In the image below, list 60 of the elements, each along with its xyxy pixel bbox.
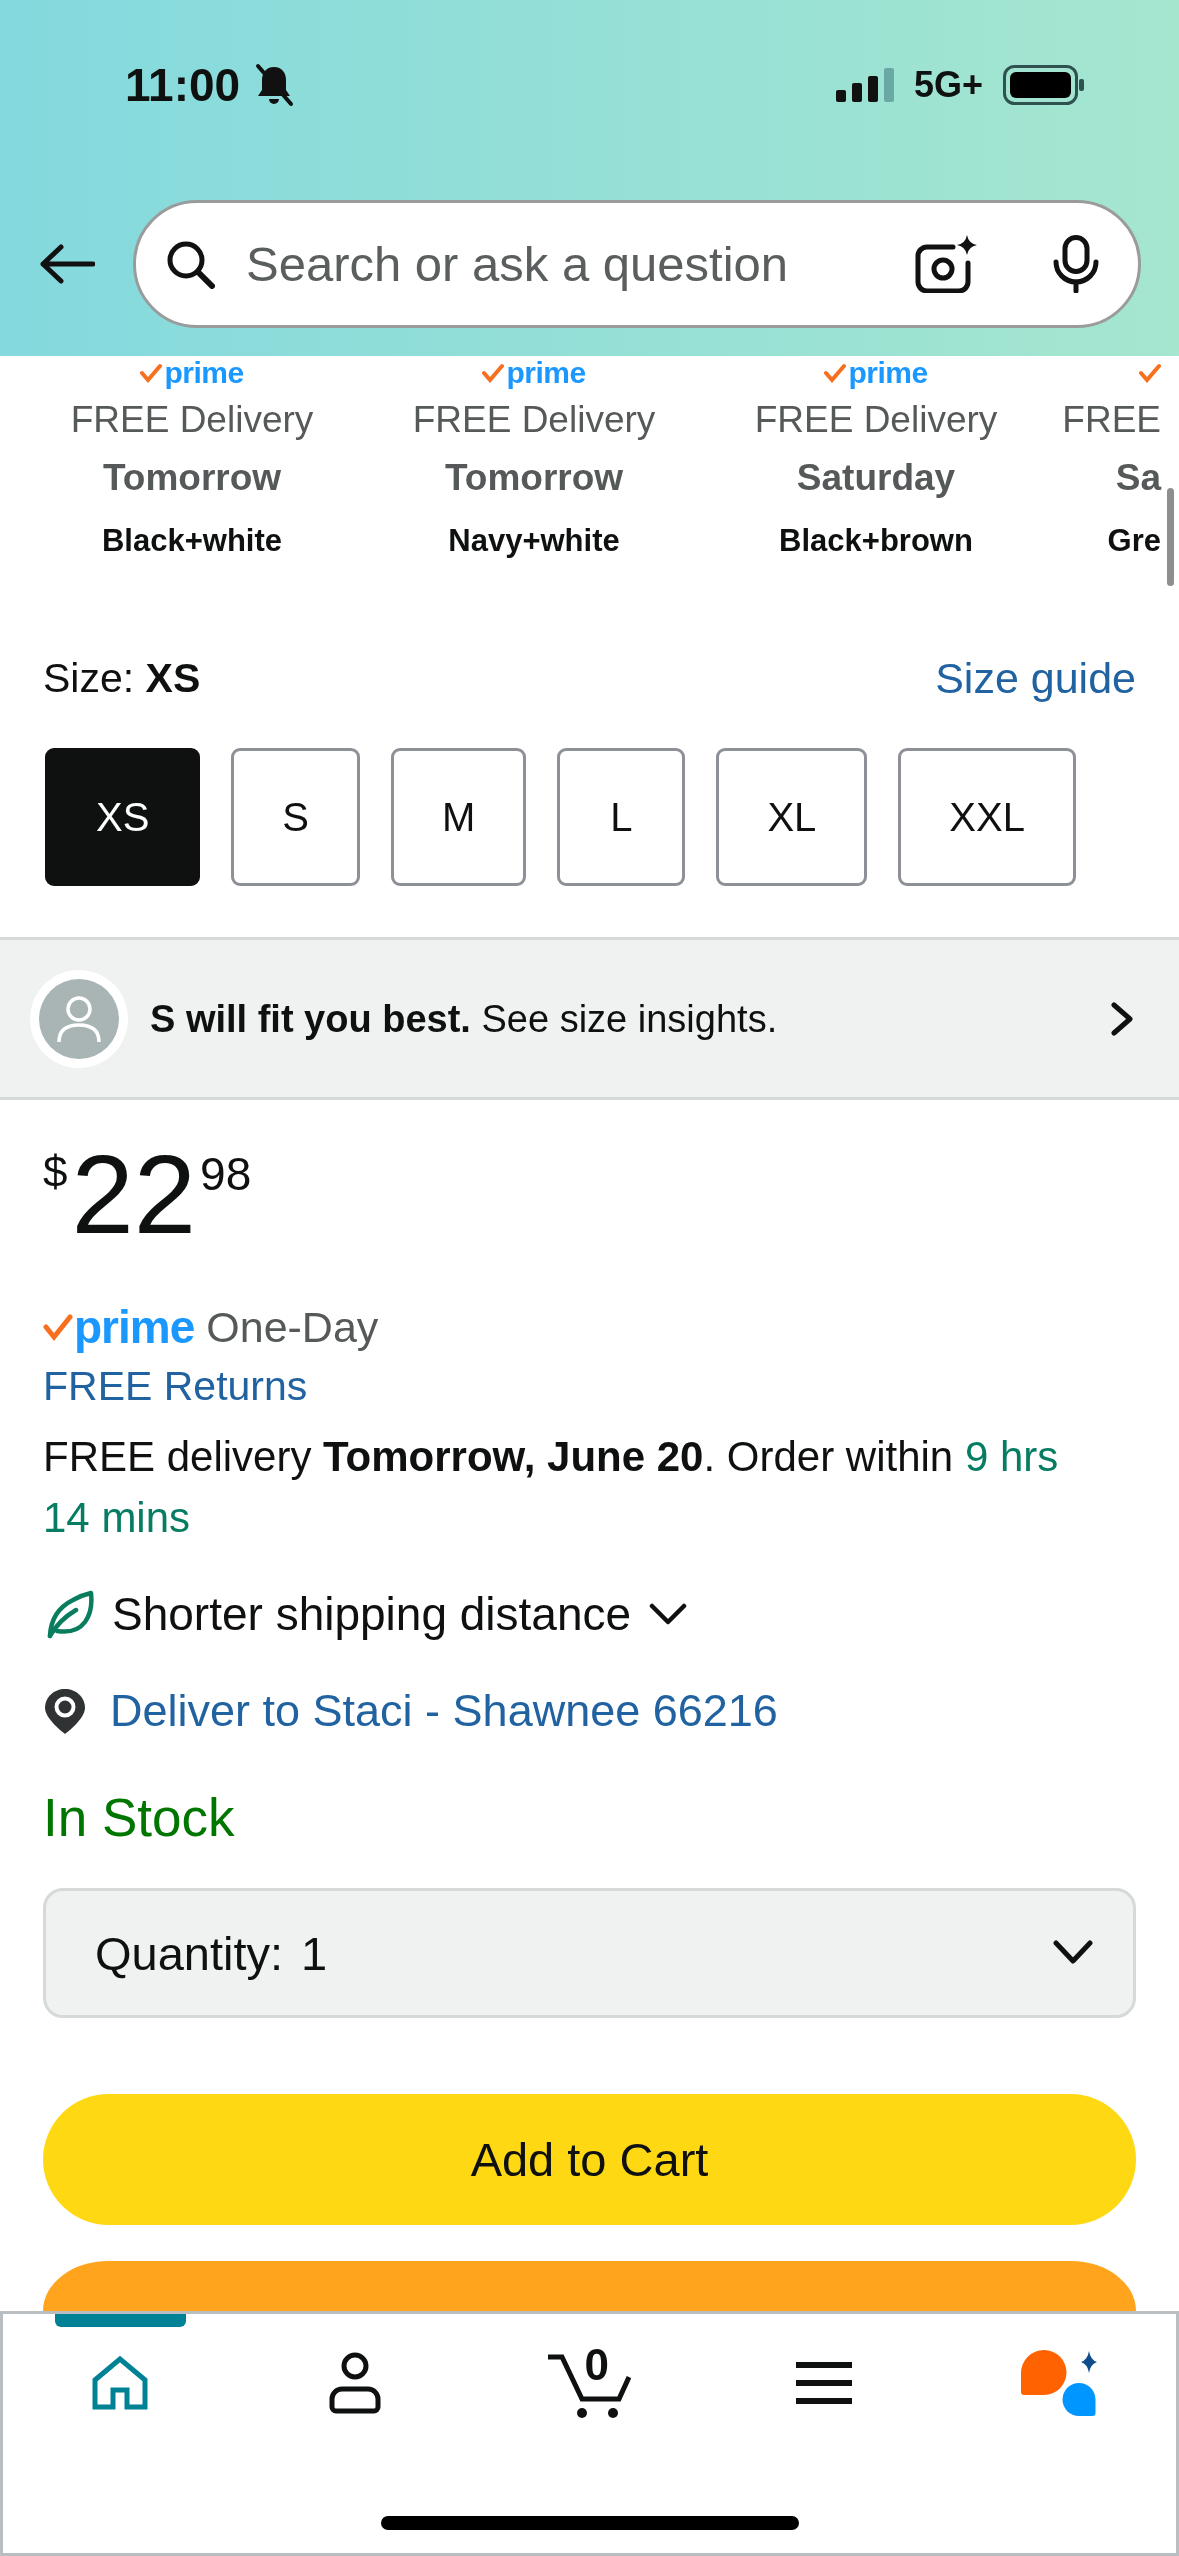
color-name: Black+white xyxy=(101,522,283,560)
delivery-text: FREE Delivery xyxy=(754,398,998,442)
check-icon xyxy=(482,363,505,383)
fit-message: S will fit you best. See size insights. xyxy=(150,996,779,1042)
size-option[interactable]: XXL xyxy=(898,748,1076,886)
avatar-icon xyxy=(30,969,128,1068)
camera-icon[interactable] xyxy=(915,235,977,293)
microphone-icon[interactable] xyxy=(1051,235,1101,293)
status-time: 11:00 xyxy=(125,58,241,112)
search-field[interactable]: Search or ask a question xyxy=(133,200,1141,328)
signal-icon xyxy=(835,68,894,102)
home-icon xyxy=(92,2356,149,2410)
delivery-speed: One-Day xyxy=(206,1302,379,1352)
add-to-cart-button[interactable]: Add to Cart xyxy=(43,2094,1136,2225)
quantity-dropdown[interactable]: Quantity: 1 xyxy=(43,1888,1136,2018)
cart-count: 0 xyxy=(584,2343,609,2387)
prime-label: prime xyxy=(164,358,244,388)
delivery-text: FREE Delivery xyxy=(70,398,314,442)
fit-banner[interactable]: S will fit you best. See size insights. xyxy=(0,937,1179,1100)
color-name: Gre xyxy=(1107,522,1161,560)
delivery-message: FREE delivery Tomorrow, June 20. Order within 9 hrs 14 mins xyxy=(43,1432,1060,1543)
network-label: 5G+ xyxy=(913,64,983,106)
check-icon xyxy=(140,363,163,383)
prime-label: prime xyxy=(506,358,586,388)
deliver-to-link[interactable]: Deliver to Staci - Shawnee 66216 xyxy=(110,1683,778,1739)
back-arrow-icon[interactable] xyxy=(38,244,95,284)
size-option[interactable]: L xyxy=(557,748,686,886)
check-icon xyxy=(824,363,847,383)
search-input[interactable]: Search or ask a question xyxy=(246,234,915,294)
location-pin-icon xyxy=(43,1687,87,1735)
shipping-distance-toggle[interactable]: Shorter shipping distance xyxy=(112,1586,688,1642)
check-icon xyxy=(43,1313,73,1341)
search-icon xyxy=(165,239,215,289)
size-guide-link[interactable]: Size guide xyxy=(935,654,1136,702)
size-option[interactable]: S xyxy=(231,748,361,886)
delivery-text: FREE xyxy=(1062,398,1161,442)
delivery-day: Sa xyxy=(1115,456,1161,500)
cart-tab[interactable]: 0 xyxy=(472,2314,707,2452)
size-option[interactable]: XS xyxy=(45,748,201,886)
person-icon xyxy=(327,2352,382,2414)
prime-label: prime xyxy=(74,1302,195,1352)
chevron-down-icon xyxy=(1053,1939,1093,1967)
returns-link[interactable]: FREE Returns xyxy=(43,1358,308,1414)
menu-icon xyxy=(796,2362,853,2404)
delivery-text: FREE Delivery xyxy=(412,398,656,442)
check-icon xyxy=(1139,363,1161,383)
chat-bubbles-icon xyxy=(1020,2350,1097,2416)
battery-icon xyxy=(1003,65,1085,105)
delivery-day: Tomorrow xyxy=(444,456,624,500)
color-name: Navy+white xyxy=(448,522,620,560)
color-name: Black+brown xyxy=(779,522,973,560)
prime-label: prime xyxy=(848,358,928,388)
delivery-day: Saturday xyxy=(796,456,956,500)
chevron-right-icon xyxy=(1109,1001,1135,1036)
size-option[interactable]: M xyxy=(391,748,527,886)
size-option[interactable]: XL xyxy=(716,748,868,886)
stock-status: In Stock xyxy=(43,1788,235,1848)
delivery-day: Tomorrow xyxy=(102,456,282,500)
size-label: Size: XS xyxy=(43,654,201,702)
leaf-icon xyxy=(45,1589,95,1639)
